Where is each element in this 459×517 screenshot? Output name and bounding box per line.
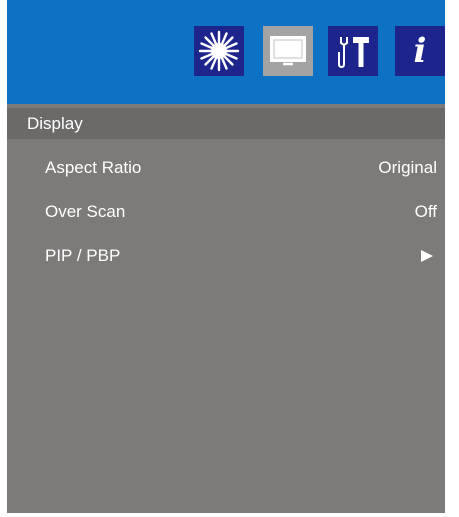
tools-icon [338, 37, 369, 69]
menu-item-over-scan[interactable]: Over Scan Off [7, 199, 445, 225]
menu-item-value: Off [414, 202, 437, 221]
right-arrow-icon [421, 250, 433, 262]
display-icon [270, 36, 306, 66]
tab-display[interactable] [263, 26, 313, 76]
menu-item-aspect-ratio[interactable]: Aspect Ratio Original [7, 155, 445, 181]
section-title: Display [27, 114, 83, 133]
menu-item-label: PIP / PBP [45, 246, 121, 265]
brightness-icon [198, 30, 240, 72]
menu-item-label: Aspect Ratio [45, 158, 142, 177]
menu-item-pip-pbp[interactable]: PIP / PBP [7, 243, 445, 269]
menu-item-label: Over Scan [45, 202, 126, 221]
tab-tools[interactable] [328, 26, 378, 76]
menu-item-value: Original [378, 158, 437, 177]
tab-info[interactable]: i [395, 26, 445, 76]
tab-brightness[interactable] [194, 26, 244, 76]
menu-header: i [7, 0, 445, 104]
osd-menu: i Display Aspect Ratio Original Over Sca… [7, 0, 445, 513]
section-header: Display [7, 108, 445, 139]
info-icon: i [413, 31, 427, 71]
